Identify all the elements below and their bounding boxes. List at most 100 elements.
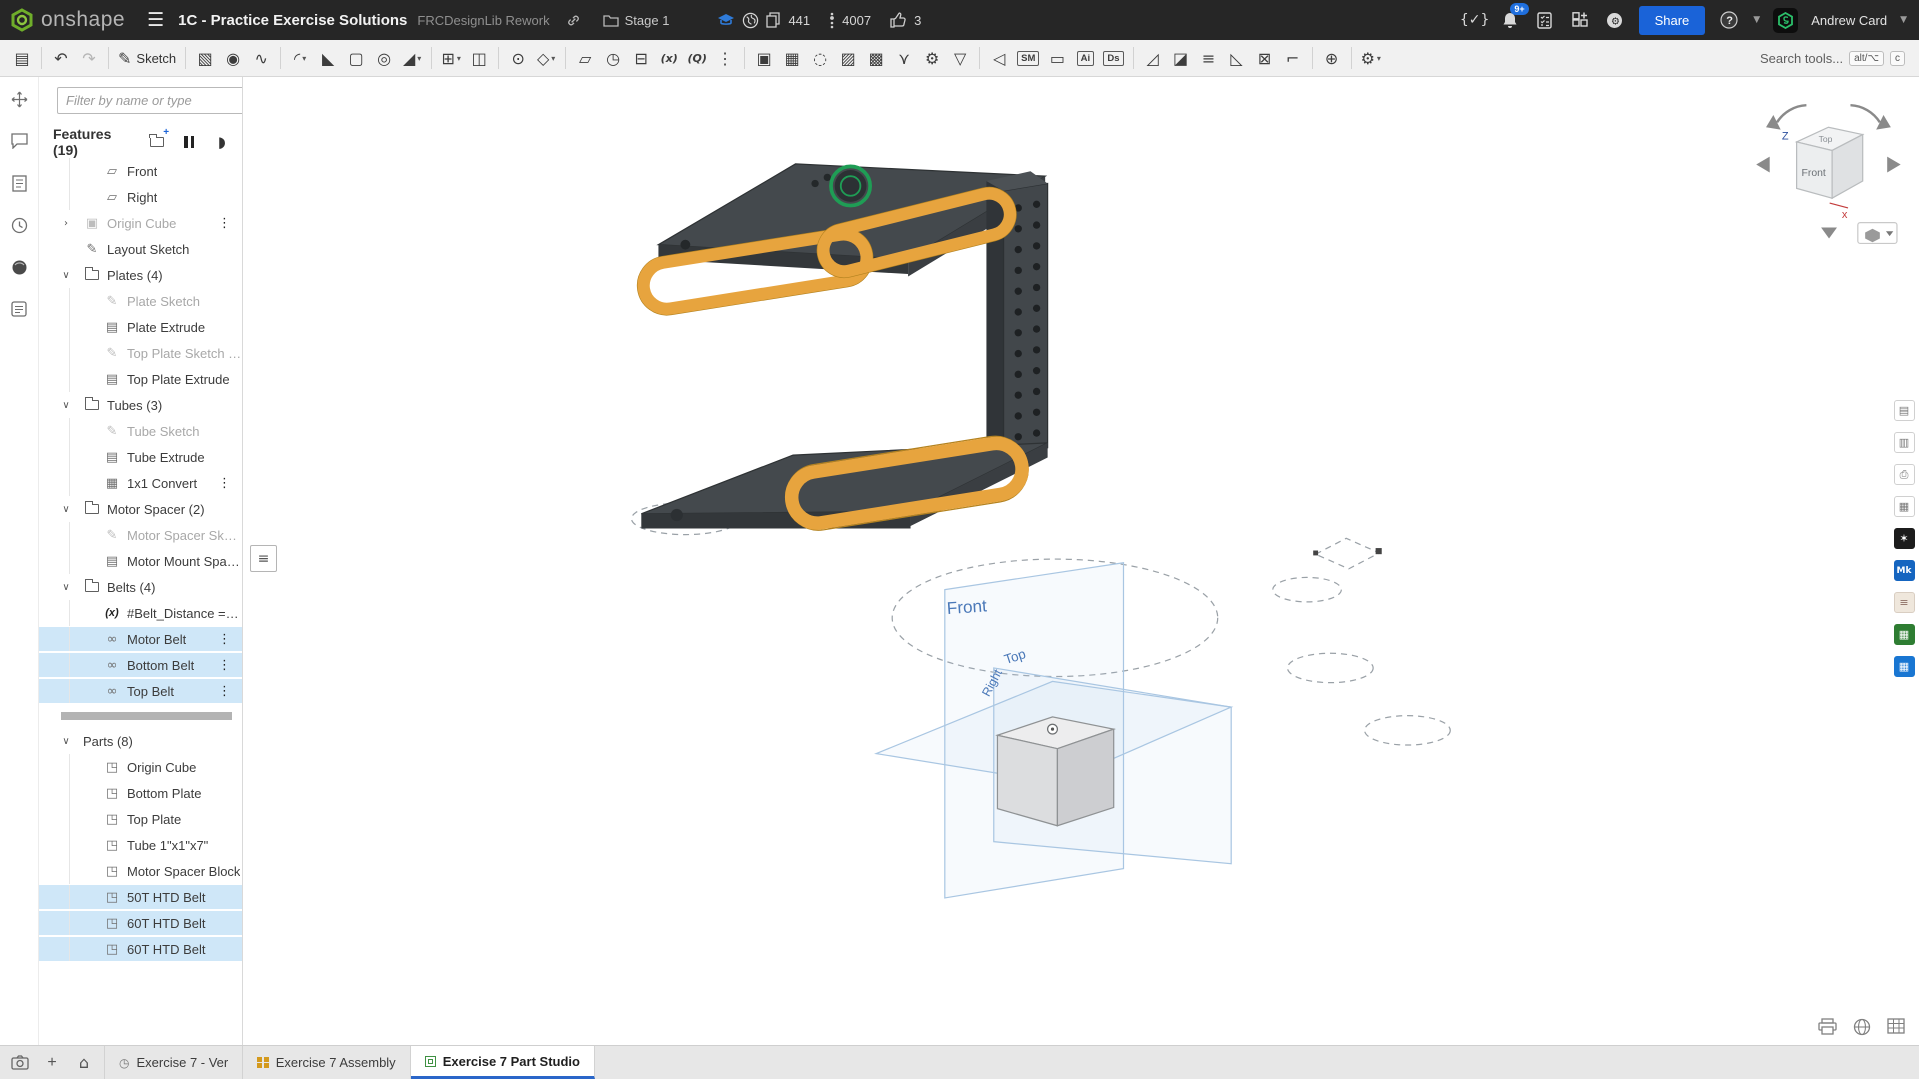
feature-row[interactable]: ∨Plates (4) bbox=[39, 262, 242, 288]
ai-tool-icon[interactable]: Ai bbox=[1071, 44, 1099, 72]
feature-list-icon[interactable]: ▤ bbox=[8, 44, 36, 72]
copies-icon[interactable] bbox=[766, 12, 781, 28]
redo-icon[interactable]: ↷ bbox=[75, 44, 103, 72]
document-title[interactable]: 1C - Practice Exercise Solutions bbox=[178, 12, 407, 29]
part-row[interactable]: ◳50T HTD Belt bbox=[39, 884, 242, 910]
sheet-metal-icon[interactable]: SM bbox=[1013, 44, 1043, 72]
boolean-icon[interactable]: ⊙ bbox=[504, 44, 532, 72]
part-row[interactable]: ◳Tube 1"x1"x7" bbox=[39, 832, 242, 858]
row-options-dots-icon[interactable]: ⋮ bbox=[218, 684, 230, 699]
sweep-icon[interactable]: ∿ bbox=[247, 44, 275, 72]
regen-timer-icon[interactable]: ◗ bbox=[214, 134, 230, 150]
viewcube-top-label[interactable]: Top bbox=[1819, 134, 1833, 144]
chart-panel-icon[interactable]: ▦ bbox=[1894, 496, 1915, 517]
collapse-chevron-icon[interactable]: ∨ bbox=[59, 504, 73, 515]
sketch-vertex-handle[interactable] bbox=[1313, 551, 1318, 556]
home-tab-button[interactable]: ⌂ bbox=[70, 1050, 98, 1076]
followers-dots-icon[interactable] bbox=[829, 12, 835, 29]
mk-extension-icon[interactable]: Mk bbox=[1894, 560, 1915, 581]
list-extension-icon[interactable]: ≡ bbox=[1894, 592, 1915, 613]
mate-connector-icon[interactable]: ⋮ bbox=[711, 44, 739, 72]
share-button[interactable]: Share bbox=[1639, 6, 1706, 35]
comments-icon[interactable] bbox=[9, 131, 29, 151]
sketch-icon[interactable]: ✎Sketch bbox=[114, 44, 180, 72]
feature-row[interactable]: ▱Right bbox=[39, 184, 242, 210]
flag-check-icon[interactable]: ⊠ bbox=[1251, 44, 1279, 72]
butterfly-extension-icon[interactable]: ✶ bbox=[1894, 528, 1915, 549]
tab-exercise-7-part-studio[interactable]: Exercise 7 Part Studio bbox=[411, 1046, 595, 1079]
help-icon[interactable]: ? bbox=[1718, 9, 1740, 31]
search-tools[interactable]: Search tools... alt/⌥ c bbox=[1760, 51, 1905, 66]
feature-row[interactable]: ✎Motor Spacer Sketch bbox=[39, 522, 242, 548]
breadcrumb-folder[interactable]: Stage 1 bbox=[603, 13, 670, 28]
parts-stack-panel-icon[interactable]: ▥ bbox=[1894, 432, 1915, 453]
hole-icon[interactable]: ◎ bbox=[370, 44, 398, 72]
extrude-icon[interactable]: ▧ bbox=[191, 44, 219, 72]
document-panel-icon[interactable] bbox=[9, 173, 29, 193]
feature-list-flyout-button[interactable]: ≡ bbox=[250, 545, 277, 572]
thumbs-up-icon[interactable] bbox=[890, 12, 907, 28]
feature-row[interactable]: ▤Plate Extrude bbox=[39, 314, 242, 340]
blue-sheet-extension-icon[interactable]: ▦ bbox=[1894, 656, 1915, 677]
onshape-logo[interactable]: onshape bbox=[10, 8, 125, 32]
notifications-bell-icon[interactable]: 9+ bbox=[1499, 9, 1521, 31]
user-avatar[interactable] bbox=[1773, 8, 1798, 33]
feature-row[interactable]: ✎Top Plate Sketch w/ M... bbox=[39, 340, 242, 366]
user-chevron-down-icon[interactable]: ▼ bbox=[1900, 15, 1907, 25]
help-chevron-down-icon[interactable]: ▼ bbox=[1753, 15, 1760, 25]
split-icon[interactable]: ◇▾ bbox=[532, 44, 560, 72]
expand-chevron-icon[interactable]: › bbox=[59, 218, 73, 229]
ds-tool-icon[interactable]: Ds bbox=[1099, 44, 1127, 72]
feature-row[interactable]: ▤Motor Mount Spacer bbox=[39, 548, 242, 574]
draft-icon[interactable]: ◢▾ bbox=[398, 44, 426, 72]
helix-icon[interactable]: ◷ bbox=[599, 44, 627, 72]
corner-break-icon[interactable]: ◿ bbox=[1139, 44, 1167, 72]
feature-row[interactable]: ▱Front bbox=[39, 158, 242, 184]
collapse-chevron-icon[interactable]: ∨ bbox=[59, 582, 73, 593]
view-cube[interactable]: Top Front Z x bbox=[1756, 105, 1900, 243]
route-icon[interactable]: ⌐ bbox=[1279, 44, 1307, 72]
feature-row[interactable]: ∨Tubes (3) bbox=[39, 392, 242, 418]
filter-input[interactable] bbox=[57, 87, 243, 114]
plane-icon[interactable]: ▱ bbox=[571, 44, 599, 72]
custom-features-icon[interactable]: ⚙▾ bbox=[1357, 44, 1385, 72]
origin-target-icon[interactable]: ⊕ bbox=[1318, 44, 1346, 72]
chamfer-icon[interactable]: ◣ bbox=[314, 44, 342, 72]
part-row[interactable]: ◳Bottom Plate bbox=[39, 780, 242, 806]
capture-thumbnail-icon[interactable] bbox=[6, 1050, 34, 1076]
green-sheet-extension-icon[interactable]: ▦ bbox=[1894, 624, 1915, 645]
collapse-chevron-icon[interactable]: ∨ bbox=[59, 736, 73, 747]
browser-globe-icon[interactable] bbox=[1853, 1018, 1871, 1041]
add-tab-button[interactable]: + bbox=[38, 1050, 66, 1076]
search-sphere-icon[interactable] bbox=[9, 257, 29, 277]
print-panel-icon[interactable]: ⎙ bbox=[1894, 464, 1915, 485]
row-options-dots-icon[interactable]: ⋮ bbox=[218, 632, 230, 647]
print-icon[interactable] bbox=[1818, 1018, 1837, 1041]
filter-funnel-icon[interactable]: ▽ bbox=[946, 44, 974, 72]
sketch-vertex-handle[interactable] bbox=[1376, 548, 1382, 554]
feature-row[interactable]: ✎Layout Sketch bbox=[39, 236, 242, 262]
feature-row[interactable]: (x)#Belt_Distance = 0.43... bbox=[39, 600, 242, 626]
tasks-checklist-icon[interactable] bbox=[1534, 9, 1556, 31]
featurescript-check-icon[interactable]: {✓} bbox=[1464, 9, 1486, 31]
feature-row[interactable]: ∞Top Belt⋮ bbox=[39, 678, 242, 704]
new-folder-icon[interactable]: + bbox=[149, 134, 165, 150]
feature-row[interactable]: ▤Tube Extrude bbox=[39, 444, 242, 470]
breadcrumb[interactable] bbox=[566, 13, 587, 28]
feature-row[interactable]: ✎Tube Sketch bbox=[39, 418, 242, 444]
feature-row[interactable]: ›▣Origin Cube⋮ bbox=[39, 210, 242, 236]
fillet-icon[interactable]: ◜▾ bbox=[286, 44, 314, 72]
derived-icon[interactable]: ⊟ bbox=[627, 44, 655, 72]
row-options-dots-icon[interactable]: ⋮ bbox=[218, 216, 230, 231]
mirror-icon[interactable]: ◫ bbox=[465, 44, 493, 72]
public-globe-icon[interactable] bbox=[742, 12, 759, 29]
variable-icon[interactable]: (x) bbox=[655, 44, 683, 72]
app-store-icon[interactable] bbox=[1569, 9, 1591, 31]
frame-pointed-icon[interactable]: ▨ bbox=[834, 44, 862, 72]
gusset-icon[interactable]: ⋎ bbox=[890, 44, 918, 72]
feature-row[interactable]: ∨Belts (4) bbox=[39, 574, 242, 600]
rollback-bar[interactable] bbox=[61, 712, 232, 720]
linear-pattern-icon[interactable]: ⊞▾ bbox=[437, 44, 465, 72]
feature-row[interactable]: ∨Motor Spacer (2) bbox=[39, 496, 242, 522]
row-options-dots-icon[interactable]: ⋮ bbox=[218, 476, 230, 491]
